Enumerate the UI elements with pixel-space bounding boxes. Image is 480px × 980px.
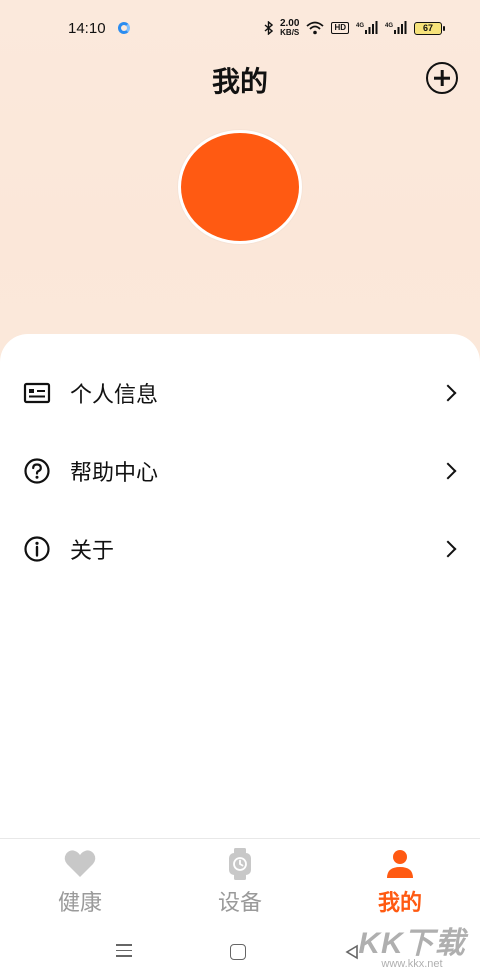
id-card-icon (23, 379, 51, 407)
status-right: 2.00 KB/S HD 4G 4G 67 (264, 19, 445, 37)
chevron-right-icon (439, 540, 457, 558)
recent-apps-button[interactable] (116, 944, 132, 961)
person-icon (383, 847, 417, 881)
menu-card: 个人信息 帮助中心 关于 (0, 334, 480, 840)
menu-item-label: 个人信息 (70, 383, 159, 408)
hd-badge: HD (331, 22, 349, 34)
watermark-text: KK下载 (358, 927, 466, 960)
status-bar: 14:10 2.00 KB/S HD 4G 4G 67 (0, 0, 480, 56)
add-button[interactable] (426, 62, 458, 94)
avatar[interactable] (178, 130, 302, 244)
info-circle-icon (23, 535, 51, 563)
tab-mine[interactable]: 我的 (355, 847, 445, 927)
menu-item-label: 关于 (70, 539, 115, 564)
watermark: KK下载 www.kkx.net (352, 918, 472, 978)
home-button[interactable] (230, 944, 246, 960)
tab-label: 健康 (57, 891, 102, 916)
chevron-right-icon (439, 384, 457, 402)
bottom-nav: 健康 设备 我的 (0, 838, 480, 930)
page-header: 我的 (0, 56, 480, 100)
status-time: 14:10 (68, 19, 106, 37)
tab-label: 我的 (377, 891, 422, 916)
svg-text:4G: 4G (385, 23, 393, 29)
signal-strength-icon-2: 4G (385, 21, 407, 35)
menu-item-personal-info[interactable]: 个人信息 (0, 358, 480, 428)
menu-item-label: 帮助中心 (70, 461, 159, 486)
wifi-icon (306, 21, 325, 35)
net-speed: 2.00 KB/S (280, 19, 299, 37)
help-circle-icon (23, 457, 51, 485)
status-left: 14:10 (68, 20, 130, 37)
app-notification-icon (117, 22, 130, 34)
bluetooth-icon (264, 21, 273, 35)
page-title: 我的 (211, 65, 268, 98)
svg-text:4G: 4G (356, 23, 364, 29)
chevron-right-icon (439, 462, 457, 480)
menu-item-about[interactable]: 关于 (0, 514, 480, 584)
menu-item-help-center[interactable]: 帮助中心 (0, 436, 480, 506)
signal-strength-icon-1: 4G (356, 21, 378, 35)
watch-icon (223, 847, 257, 881)
battery-indicator: 67 (414, 21, 445, 35)
net-speed-unit: KB/S (280, 28, 300, 37)
tab-device[interactable]: 设备 (195, 847, 285, 927)
tab-health[interactable]: 健康 (35, 847, 125, 927)
tab-label: 设备 (217, 891, 262, 916)
heart-icon (63, 847, 97, 881)
